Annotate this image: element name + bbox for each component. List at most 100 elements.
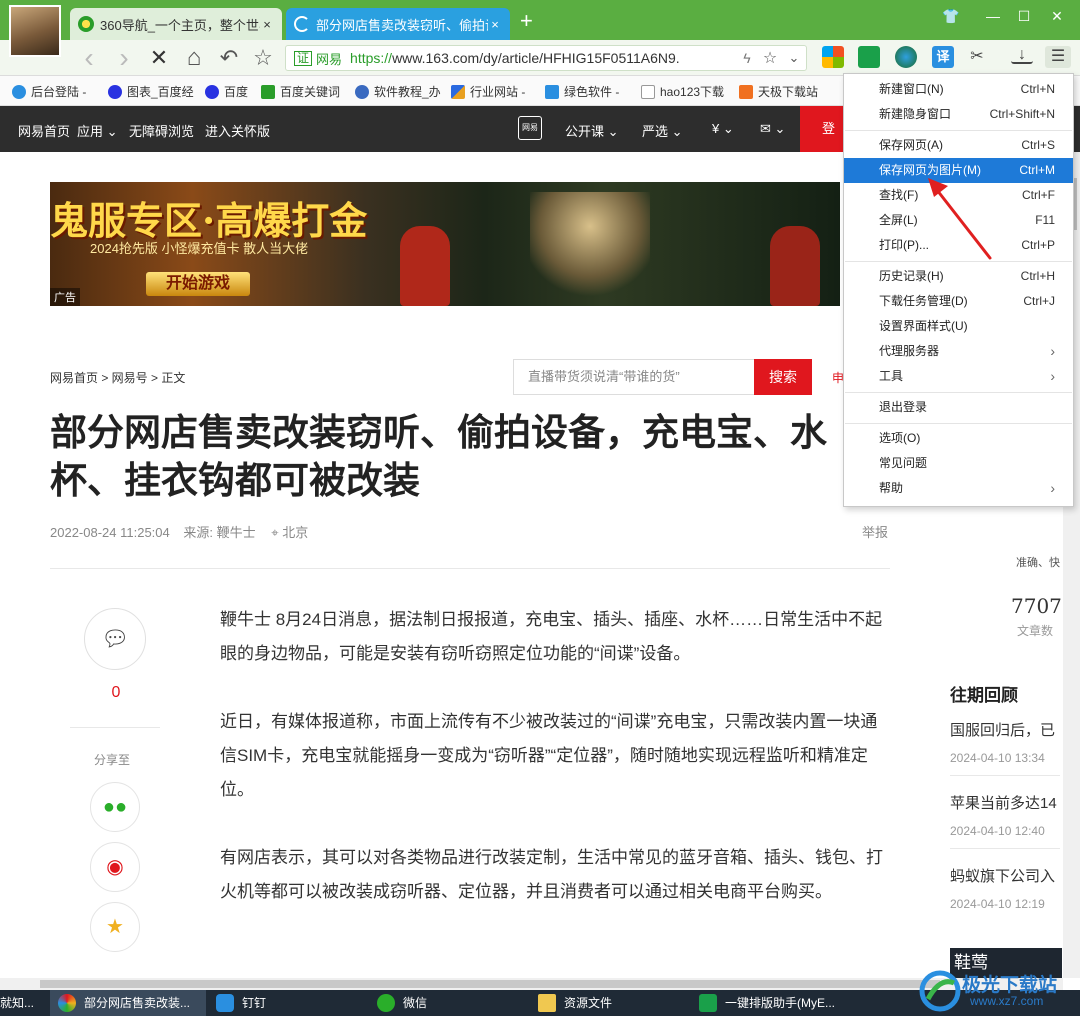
bookmark-item[interactable]: hao123下载 <box>641 83 724 100</box>
screenshot-scissors-icon[interactable]: ✂ <box>966 46 988 68</box>
share-wechat-button[interactable]: ●● <box>90 782 140 832</box>
translate-icon[interactable]: 译 <box>932 46 954 68</box>
menu-find[interactable]: 查找(F) Ctrl+F <box>844 183 1073 208</box>
nav-accessibility[interactable]: 无障碍浏览 <box>129 121 194 140</box>
review-item-title[interactable]: 国服回归后，已 <box>950 719 1055 740</box>
bookmark-item[interactable]: 后台登陆 - <box>12 83 86 100</box>
menu-new-incognito-window[interactable]: 新建隐身窗口 Ctrl+Shift+N <box>844 102 1073 127</box>
apps-grid-icon[interactable] <box>822 46 844 68</box>
bookmark-item[interactable]: 天极下载站 <box>739 83 818 100</box>
login-button[interactable]: 登录 <box>800 106 844 182</box>
bookmark-item[interactable]: 百度关键词 <box>261 83 340 100</box>
taskbar-item-dingtalk[interactable]: 钉钉 <box>216 990 366 1016</box>
menu-print[interactable]: 打印(P)... Ctrl+P <box>844 233 1073 258</box>
taskbar-item-folder[interactable]: 资源文件 <box>538 990 688 1016</box>
review-item-title[interactable]: 苹果当前多达14 <box>950 792 1057 813</box>
menu-label: 退出登录 <box>879 400 928 414</box>
bookmark-item[interactable]: 绿色软件 - <box>545 83 619 100</box>
menu-ui-style[interactable]: 设置界面样式(U) <box>844 314 1073 339</box>
back-button[interactable]: ‹ <box>75 44 103 72</box>
report-link[interactable]: 举报 <box>862 522 888 541</box>
article-source[interactable]: 来源: 鞭牛士 <box>183 525 255 540</box>
menu-help[interactable]: 帮助 › <box>844 476 1073 501</box>
nav-care-mode[interactable]: 进入关怀版 <box>205 121 270 140</box>
nav-yanxuan[interactable]: 严选 ⌄ <box>642 121 683 140</box>
menu-save-page-as-image[interactable]: 保存网页为图片(M) Ctrl+M <box>844 158 1073 183</box>
bookmark-label: 软件教程_办 <box>374 85 441 99</box>
menu-save-page[interactable]: 保存网页(A) Ctrl+S <box>844 133 1073 158</box>
new-tab-button[interactable]: + <box>520 10 533 32</box>
horizontal-scroll-thumb[interactable] <box>40 980 940 988</box>
tab-360-nav[interactable]: 360导航_一个主页，整个世界 × <box>70 8 282 40</box>
comment-count[interactable]: 0 <box>106 684 126 702</box>
nav-netease-home[interactable]: 网易首页 <box>18 121 70 140</box>
menu-proxy-server[interactable]: 代理服务器 › <box>844 339 1073 364</box>
menu-fullscreen[interactable]: 全屏(L) F11 <box>844 208 1073 233</box>
address-bar[interactable]: 证 网易 https://www.163.com/dy/article/HFHI… <box>285 45 807 71</box>
share-qzone-button[interactable]: ★ <box>90 902 140 952</box>
stop-button[interactable]: ✕ <box>145 44 173 72</box>
bookmark-item[interactable]: 软件教程_办 <box>355 83 441 100</box>
bookmark-item[interactable]: 百度 <box>205 83 248 100</box>
maximize-button[interactable]: ☐ <box>1013 8 1035 25</box>
nav-apps[interactable]: 应用 ⌄ <box>77 121 118 140</box>
mobile-app-icon[interactable]: 网易 <box>518 116 542 140</box>
speed-mode-icon[interactable]: ϟ <box>736 50 758 66</box>
download-icon[interactable]: ↓ <box>1011 46 1033 64</box>
tab-close-icon[interactable]: × <box>260 17 274 32</box>
baidu-paw-icon <box>108 84 122 99</box>
user-avatar[interactable] <box>9 5 61 57</box>
tab-article[interactable]: 部分网店售卖改装窃听、偷拍设备，充电宝 × <box>286 8 510 40</box>
taskbar-item[interactable]: 就知... <box>0 990 46 1016</box>
taskbar-item-browser[interactable]: 部分网店售卖改装... <box>50 990 206 1016</box>
main-menu-button[interactable]: ☰ <box>1045 46 1071 68</box>
article-title: 部分网店售卖改装窃听、偷拍设备，充电宝、水杯、挂衣钩都可被改装 <box>50 412 827 501</box>
menu-shortcut: F11 <box>1035 213 1055 227</box>
nav-finance[interactable]: ¥ ⌄ <box>712 121 734 137</box>
menu-new-window[interactable]: 新建窗口(N) Ctrl+N <box>844 77 1073 102</box>
menu-faq[interactable]: 常见问题 <box>844 451 1073 476</box>
close-window-button[interactable]: ✕ <box>1046 8 1068 25</box>
globe-icon[interactable] <box>895 46 917 68</box>
taskbar-item-wechat[interactable]: 微信 <box>377 990 527 1016</box>
bookmark-item[interactable]: 行业网站 - <box>451 83 525 100</box>
menu-separator <box>845 261 1072 262</box>
chevron-down-icon[interactable]: ⌄ <box>782 50 806 66</box>
chevron-right-icon: › <box>1050 343 1055 359</box>
skin-icon[interactable]: 👕 <box>940 8 962 25</box>
watermark-logo-icon <box>919 970 961 1012</box>
search-button[interactable]: 搜索 <box>754 359 812 395</box>
bookmark-favicon-icon <box>451 84 465 99</box>
menu-separator <box>845 130 1072 131</box>
tab-close-icon[interactable]: × <box>488 17 502 32</box>
share-weibo-button[interactable]: ◉ <box>90 842 140 892</box>
taskbar-item-myeditor[interactable]: 一键排版助手(MyE... <box>699 990 869 1016</box>
divider <box>950 848 1060 849</box>
green-extension-icon[interactable] <box>858 46 880 68</box>
menu-history[interactable]: 历史记录(H) Ctrl+H <box>844 264 1073 289</box>
menu-logout[interactable]: 退出登录 <box>844 395 1073 420</box>
breadcrumb[interactable]: 网易首页 > 网易号 > 正文 <box>50 369 185 386</box>
ad-banner[interactable]: 鬼服专区·高爆打金 2024抢先版 小怪爆充值卡 散人当大佬 开始游戏 广告 <box>50 182 840 306</box>
menu-download-manager[interactable]: 下载任务管理(D) Ctrl+J <box>844 289 1073 314</box>
nav-mail[interactable]: ✉ ⌄ <box>760 121 785 137</box>
minimize-button[interactable]: — <box>982 8 1004 24</box>
comment-button[interactable]: 💬︎ <box>84 608 146 670</box>
divider <box>70 727 160 728</box>
security-badge[interactable]: 证 <box>294 50 313 66</box>
review-item-date: 2024-04-10 13:34 <box>950 751 1045 765</box>
home-button[interactable]: ⌂ <box>180 44 208 72</box>
menu-tools[interactable]: 工具 › <box>844 364 1073 389</box>
favorite-star-icon[interactable]: ☆ <box>758 48 782 68</box>
bookmark-star-button[interactable]: ☆ <box>249 44 277 72</box>
search-input[interactable]: 直播带货须说清“带谁的货” <box>513 359 755 395</box>
ad-start-game-button[interactable]: 开始游戏 <box>146 272 250 296</box>
url-text[interactable]: https://www.163.com/dy/article/HFHIG15F0… <box>350 50 736 66</box>
forward-button[interactable]: › <box>110 44 138 72</box>
undo-close-button[interactable]: ↶ <box>215 44 243 72</box>
nav-open-course[interactable]: 公开课 ⌄ <box>565 121 619 140</box>
bookmark-label: 百度 <box>224 85 249 99</box>
bookmark-item[interactable]: 图表_百度经 <box>108 83 194 100</box>
menu-options[interactable]: 选项(O) <box>844 426 1073 451</box>
review-item-title[interactable]: 蚂蚁旗下公司入 <box>950 865 1055 886</box>
